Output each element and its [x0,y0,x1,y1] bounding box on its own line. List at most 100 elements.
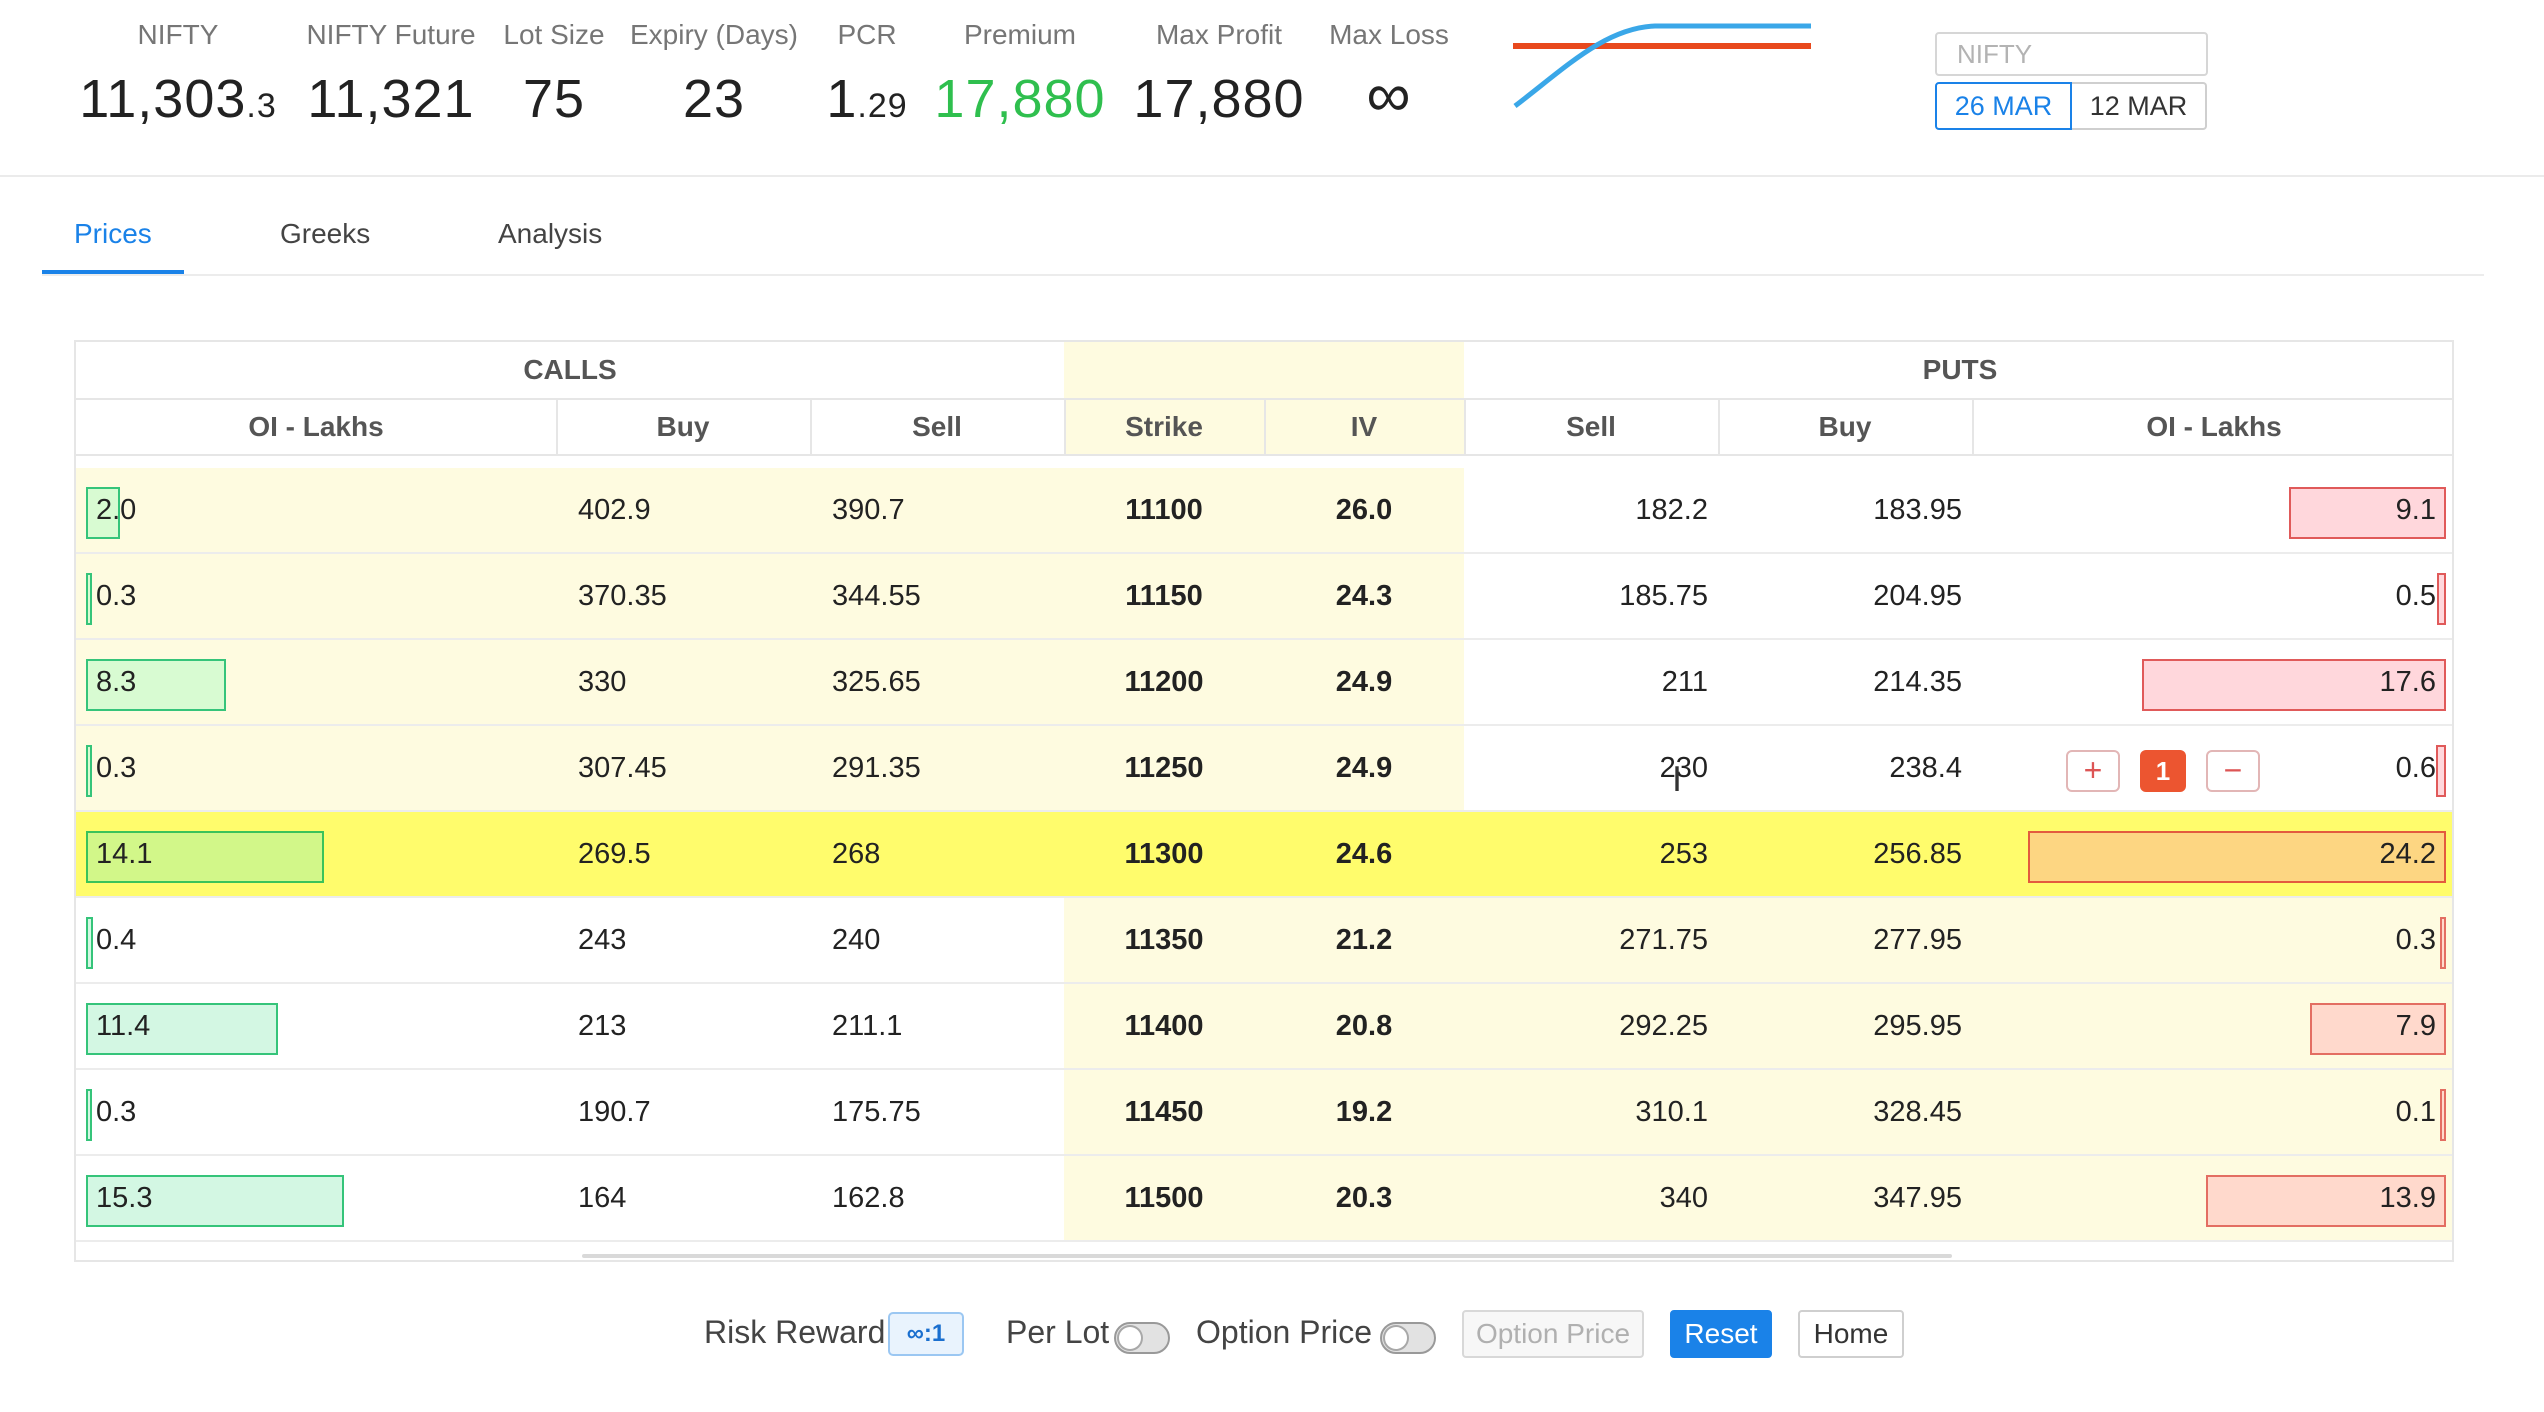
put-sell-price[interactable]: 185.75 [1464,554,1718,638]
put-buy-price[interactable]: 295.95 [1718,984,1972,1068]
call-buy-price[interactable]: 370.35 [556,554,810,638]
horizontal-scrollbar[interactable] [582,1254,1952,1258]
table-row[interactable]: 15.3 164 162.8 11500 20.3 340 347.95 13.9 [76,1156,2452,1242]
col-call-sell[interactable]: Sell [810,400,1064,454]
table-row[interactable]: 0.4 243 240 11350 21.2 271.75 277.95 0.3 [76,898,2452,984]
implied-volatility: 24.9 [1264,640,1464,724]
call-sell-price[interactable]: 344.55 [810,554,1064,638]
call-buy-price[interactable]: 330 [556,640,810,724]
symbol-search-input[interactable] [1935,32,2208,76]
stat-value: ∞ [1366,61,1412,130]
call-oi-cell: 2.0 [76,468,556,552]
put-buy-price[interactable]: 183.95 [1718,468,1972,552]
col-put-oi[interactable]: OI - Lakhs [1972,400,2452,454]
reset-button[interactable]: Reset [1670,1310,1772,1358]
table-row[interactable]: 14.1 269.5 268 11300 24.6 253 256.85 24.2 [76,812,2452,898]
call-buy-price[interactable]: 213 [556,984,810,1068]
qty-count-badge: 1 [2140,750,2186,792]
put-sell-price[interactable]: 340 [1464,1156,1718,1240]
table-row[interactable]: 2.0 402.9 390.7 11100 26.0 182.2 183.95 9.1 [76,468,2452,554]
call-oi-bar [86,573,92,625]
put-oi-cell: 0.1 [1972,1070,2452,1154]
call-oi-cell: 0.4 [76,898,556,982]
active-tab-indicator [42,270,184,274]
put-oi-value: 0.3 [2395,923,2436,956]
strike-header-spacer [1064,342,1264,398]
call-sell-price[interactable]: 162.8 [810,1156,1064,1240]
put-oi-cell: 24.2 [1972,812,2452,896]
col-call-buy[interactable]: Buy [556,400,810,454]
call-sell-price[interactable]: 390.7 [810,468,1064,552]
stat-label: Max Profit [1155,19,1283,50]
implied-volatility: 26.0 [1264,468,1464,552]
put-buy-price[interactable]: 238.4 [1718,726,1972,810]
put-sell-price[interactable]: 292.25 [1464,984,1718,1068]
table-row[interactable]: 0.3 190.7 175.75 11450 19.2 310.1 328.45 0.1 [76,1070,2452,1156]
column-divider [1464,400,1466,456]
table-row[interactable]: 0.3 307.45 291.35 11250 24.9 230 238.4 0.6 +1− [76,726,2452,812]
call-sell-price[interactable]: 211.1 [810,984,1064,1068]
call-sell-price[interactable]: 268 [810,812,1064,896]
table-row[interactable]: 11.4 213 211.1 11400 20.8 292.25 295.95 7.9 [76,984,2452,1070]
put-sell-price[interactable]: 253 [1464,812,1718,896]
table-row[interactable]: 8.3 330 325.65 11200 24.9 211 214.35 17.6 [76,640,2452,726]
tab-greeks[interactable]: Greeks [280,218,370,250]
call-sell-price[interactable]: 175.75 [810,1070,1064,1154]
call-buy-price[interactable]: 402.9 [556,468,810,552]
increase-qty-button[interactable]: + [2066,750,2120,792]
risk-reward-label: Risk Reward [704,1314,886,1350]
decrease-qty-button[interactable]: − [2206,750,2260,792]
call-buy-price[interactable]: 307.45 [556,726,810,810]
call-buy-price[interactable]: 243 [556,898,810,982]
col-iv[interactable]: IV [1264,400,1464,454]
column-divider [810,400,812,456]
call-buy-price[interactable]: 164 [556,1156,810,1240]
option-price-label: Option Price [1196,1314,1373,1350]
call-oi-value: 2.0 [96,493,137,526]
strike-price: 11150 [1064,554,1264,638]
strike-price: 11450 [1064,1070,1264,1154]
group-header-row: CALLS PUTS [76,342,2452,400]
call-buy-price[interactable]: 269.5 [556,812,810,896]
put-sell-price[interactable]: 182.2 [1464,468,1718,552]
put-buy-price[interactable]: 204.95 [1718,554,1972,638]
home-button[interactable]: Home [1798,1310,1904,1358]
implied-volatility: 24.3 [1264,554,1464,638]
put-buy-price[interactable]: 277.95 [1718,898,1972,982]
put-buy-price[interactable]: 328.45 [1718,1070,1972,1154]
call-sell-price[interactable]: 291.35 [810,726,1064,810]
option-price-toggle[interactable] [1380,1322,1436,1354]
expiry-button-12-mar[interactable]: 12 MAR [2072,82,2207,130]
header-divider [0,175,2544,177]
stat-value: 11,303.3 [79,69,277,129]
put-sell-price[interactable]: 271.75 [1464,898,1718,982]
col-strike[interactable]: Strike [1064,400,1264,454]
call-sell-price[interactable]: 325.65 [810,640,1064,724]
col-put-sell[interactable]: Sell [1464,400,1718,454]
stat-label: NIFTY Future [306,19,476,50]
strike-price: 11250 [1064,726,1264,810]
put-oi-bar [2435,745,2446,797]
call-sell-price[interactable]: 240 [810,898,1064,982]
put-sell-price[interactable]: 310.1 [1464,1070,1718,1154]
column-divider [1264,400,1266,456]
put-sell-price[interactable]: 211 [1464,640,1718,724]
per-lot-toggle[interactable] [1114,1322,1170,1354]
call-oi-cell: 0.3 [76,1070,556,1154]
option-price-button[interactable]: Option Price [1462,1310,1644,1358]
put-buy-price[interactable]: 214.35 [1718,640,1972,724]
option-chain-table: CALLS PUTS OI - Lakhs Buy Sell Strike IV… [74,340,2454,1262]
put-oi-cell: 17.6 [1972,640,2452,724]
table-row[interactable]: 0.3 370.35 344.55 11150 24.3 185.75 204.95 0.5 [76,554,2452,640]
expiry-button-26-mar[interactable]: 26 MAR [1935,82,2072,130]
call-oi-cell: 15.3 [76,1156,556,1240]
col-put-buy[interactable]: Buy [1718,400,1972,454]
call-buy-price[interactable]: 190.7 [556,1070,810,1154]
tab-analysis[interactable]: Analysis [498,218,602,250]
put-buy-price[interactable]: 256.85 [1718,812,1972,896]
tab-prices[interactable]: Prices [74,218,152,250]
call-oi-value: 0.4 [96,923,137,956]
col-call-oi[interactable]: OI - Lakhs [76,400,556,454]
risk-reward-badge: ∞:1 [888,1312,964,1356]
put-buy-price[interactable]: 347.95 [1718,1156,1972,1240]
